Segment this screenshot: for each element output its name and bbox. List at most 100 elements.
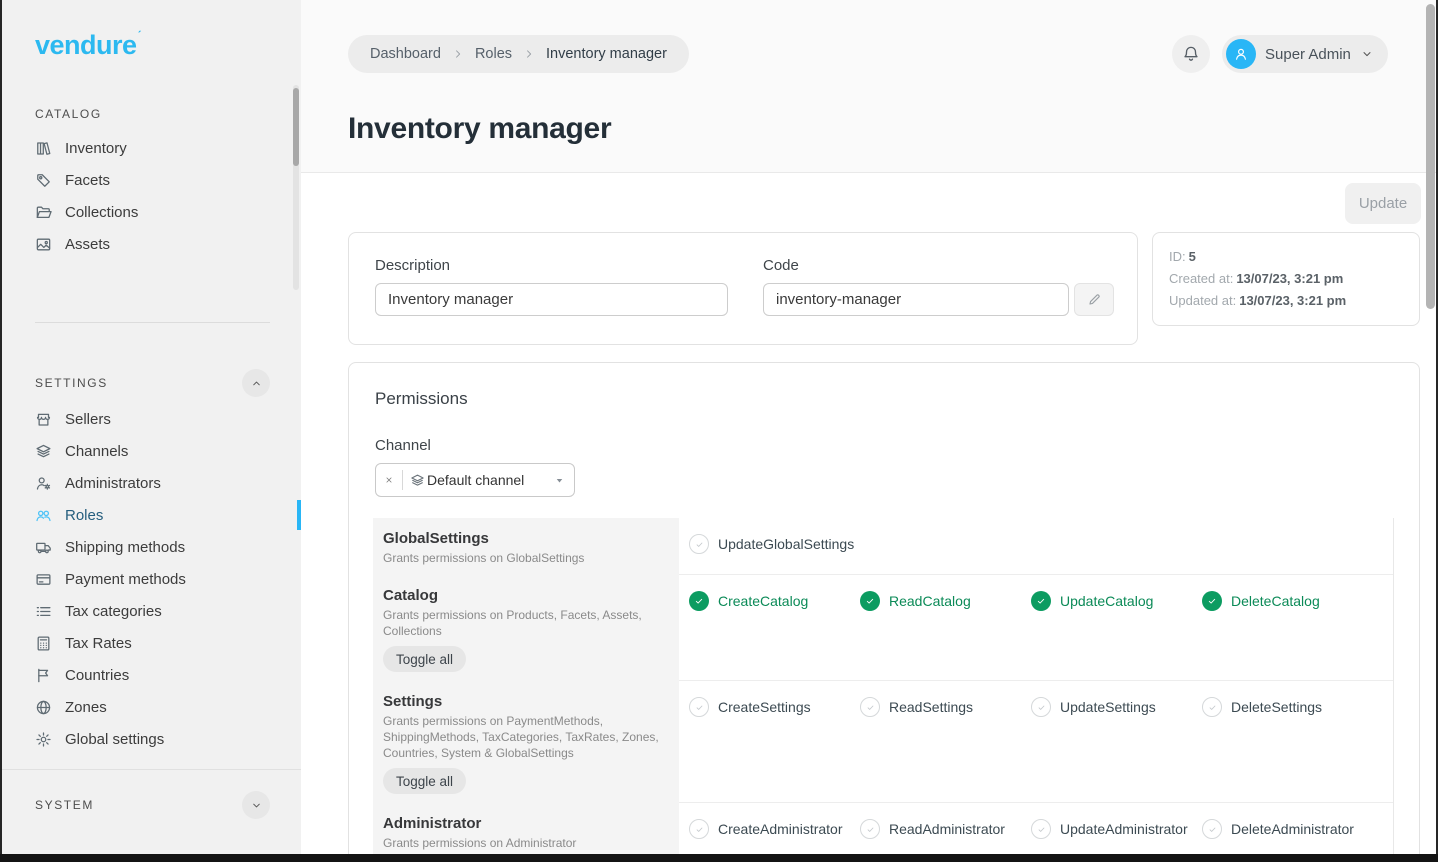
list-icon	[35, 603, 52, 620]
permission-checkbox[interactable]: UpdateAdministrator	[1031, 818, 1202, 840]
page-title: Inventory manager	[348, 112, 611, 146]
collapse-section-button[interactable]	[242, 791, 270, 819]
tag-icon	[35, 172, 52, 189]
toggle-all-button[interactable]: Toggle all	[383, 768, 466, 794]
sidebar-section-header: SYSTEM	[2, 791, 301, 819]
bell-icon	[1182, 45, 1200, 63]
description-label: Description	[375, 257, 728, 274]
description-input[interactable]	[375, 283, 728, 316]
window-border-left	[0, 0, 2, 862]
sidebar-item-label: Assets	[65, 236, 110, 253]
permission-checkbox[interactable]: ReadAdministrator	[860, 818, 1031, 840]
check-circle-icon	[1202, 697, 1222, 717]
sidebar-item-label: Inventory	[65, 140, 127, 157]
permission-checkbox[interactable]: CreateAdministrator	[689, 818, 860, 840]
sidebar-item-label: Sellers	[65, 411, 111, 428]
permission-checkboxes: UpdateGlobalSettings	[679, 518, 1393, 575]
inventory-icon	[35, 140, 52, 157]
page-scrollbar-thumb[interactable]	[1426, 4, 1435, 309]
sidebar-scrollbar-thumb[interactable]	[293, 88, 299, 166]
permission-label: ReadSettings	[889, 699, 973, 715]
permission-checkbox[interactable]: DeleteAdministrator	[1202, 818, 1373, 840]
notifications-button[interactable]	[1172, 35, 1210, 73]
breadcrumb: Dashboard Roles Inventory manager	[348, 35, 689, 73]
permission-checkbox[interactable]: DeleteCatalog	[1202, 590, 1373, 612]
sidebar-section-catalog: CATALOGInventoryFacetsCollectionsAssets	[2, 104, 301, 260]
permission-label: DeleteCatalog	[1231, 593, 1320, 609]
code-label: Code	[763, 257, 1115, 274]
folder-icon	[35, 204, 52, 221]
sidebar-item-global-settings[interactable]: Global settings	[2, 723, 301, 755]
breadcrumb-item[interactable]: Inventory manager	[546, 46, 667, 62]
permission-category-name: GlobalSettings	[383, 529, 661, 548]
permission-category-description: Grants permissions on PaymentMethods, Sh…	[383, 713, 661, 761]
permissions-heading: Permissions	[375, 389, 468, 409]
permission-category-description: Grants permissions on Administrator	[383, 835, 661, 851]
sidebar-item-label: Shipping methods	[65, 539, 185, 556]
check-circle-icon	[860, 819, 880, 839]
flag-icon	[35, 667, 52, 684]
gear-icon	[35, 731, 52, 748]
sidebar-item-zones[interactable]: Zones	[2, 691, 301, 723]
sidebar-item-inventory[interactable]: Inventory	[2, 132, 301, 164]
sidebar-item-payment-methods[interactable]: Payment methods	[2, 563, 301, 595]
page-header-background	[301, 0, 1436, 173]
sidebar-item-label: Countries	[65, 667, 129, 684]
user-icon	[1233, 46, 1249, 62]
permission-checkbox[interactable]: CreateSettings	[689, 696, 860, 718]
channel-label: Channel	[375, 437, 431, 454]
permission-checkbox[interactable]: UpdateGlobalSettings	[689, 533, 860, 555]
toggle-all-button[interactable]: Toggle all	[383, 646, 466, 672]
sidebar-item-tax-rates[interactable]: Tax Rates	[2, 627, 301, 659]
update-button[interactable]: Update	[1345, 183, 1421, 224]
sidebar-item-facets[interactable]: Facets	[2, 164, 301, 196]
globe-icon	[35, 699, 52, 716]
permission-checkbox[interactable]: UpdateCatalog	[1031, 590, 1202, 612]
sidebar-item-tax-categories[interactable]: Tax categories	[2, 595, 301, 627]
sidebar-item-sellers[interactable]: Sellers	[2, 403, 301, 435]
vendure-logo: vendureˊ	[2, 0, 301, 56]
collapse-section-button[interactable]	[242, 369, 270, 397]
user-name: Super Admin	[1265, 46, 1351, 63]
permission-category: SettingsGrants permissions on PaymentMet…	[373, 681, 679, 803]
user-menu[interactable]: Super Admin	[1222, 35, 1388, 73]
permission-row: SettingsGrants permissions on PaymentMet…	[373, 681, 1393, 803]
breadcrumb-item[interactable]: Roles	[475, 46, 512, 62]
entity-created-at: Created at:13/07/23, 3:21 pm	[1169, 268, 1403, 290]
entity-info-panel: ID:5 Created at:13/07/23, 3:21 pm Update…	[1152, 232, 1420, 326]
permission-category-name: Catalog	[383, 586, 661, 605]
sidebar-item-collections[interactable]: Collections	[2, 196, 301, 228]
permission-checkbox[interactable]: ReadCatalog	[860, 590, 1031, 612]
sidebar-scrollbar-track[interactable]	[293, 85, 299, 290]
permission-label: DeleteAdministrator	[1231, 821, 1354, 837]
breadcrumb-item[interactable]: Dashboard	[370, 46, 441, 62]
permission-checkbox[interactable]: DeleteSettings	[1202, 696, 1373, 718]
permission-checkbox[interactable]: ReadSettings	[860, 696, 1031, 718]
permission-label: ReadAdministrator	[889, 821, 1005, 837]
sidebar-section-label: SETTINGS	[35, 376, 108, 390]
sidebar-item-channels[interactable]: Channels	[2, 435, 301, 467]
sidebar-item-shipping-methods[interactable]: Shipping methods	[2, 531, 301, 563]
sidebar-item-label: Zones	[65, 699, 107, 716]
edit-code-button[interactable]	[1074, 283, 1114, 316]
sidebar-item-assets[interactable]: Assets	[2, 228, 301, 260]
sidebar-section-settings: SETTINGS Sellers ChannelsAdministratorsRol…	[2, 322, 301, 755]
clear-channel-button[interactable]	[376, 464, 402, 496]
check-circle-icon	[689, 819, 709, 839]
sidebar-item-administrators[interactable]: Administrators	[2, 467, 301, 499]
check-circle-icon	[689, 534, 709, 554]
admin-icon	[35, 475, 52, 492]
description-field: Description	[375, 257, 728, 316]
pencil-icon	[1087, 292, 1102, 307]
sidebar-item-roles[interactable]: Roles	[2, 499, 301, 531]
permission-checkboxes: CreateSettings ReadSettings UpdateSettings…	[679, 681, 1393, 803]
chevron-down-icon	[1360, 47, 1374, 61]
channel-select[interactable]: Default channel	[375, 463, 575, 497]
avatar	[1226, 39, 1256, 69]
permission-label: UpdateGlobalSettings	[718, 536, 854, 552]
sidebar-item-countries[interactable]: Countries	[2, 659, 301, 691]
role-detail-card: Description Code	[348, 232, 1138, 345]
code-input[interactable]	[763, 283, 1069, 316]
permission-checkbox[interactable]: CreateCatalog	[689, 590, 860, 612]
permission-checkbox[interactable]: UpdateSettings	[1031, 696, 1202, 718]
